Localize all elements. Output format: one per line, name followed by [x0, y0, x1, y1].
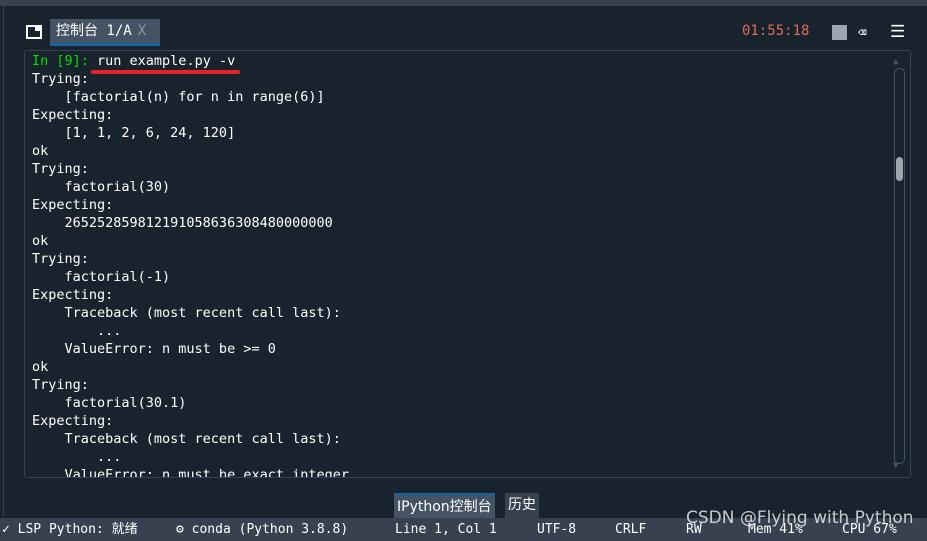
menu-icon[interactable]: ☰ [890, 22, 905, 42]
output-line: ok [32, 233, 49, 249]
env-label: conda (Python 3.8.8) [191, 522, 349, 537]
stop-icon[interactable] [832, 25, 847, 40]
scrollbar-thumb[interactable] [896, 157, 903, 181]
output-line: Expecting: [32, 107, 114, 123]
output-line: Trying: [32, 377, 89, 393]
output-line: ValueError: n must be exact integer [32, 467, 349, 478]
pane-options-icon[interactable] [26, 25, 42, 39]
output-line: Trying: [32, 161, 89, 177]
output-line: Expecting: [32, 287, 114, 303]
top-border [0, 0, 927, 6]
output-line: Expecting: [32, 197, 114, 213]
output-line: Expecting: [32, 413, 114, 429]
watermark: CSDN @Flying with Python [686, 508, 914, 528]
prompt: In [9]: [32, 53, 89, 69]
lsp-status: ✓ LSP Python: 就绪 [2, 522, 138, 537]
tab-label: 控制台 1/A [56, 23, 132, 39]
left-edge [0, 6, 4, 516]
line-endings: CRLF [615, 522, 647, 537]
lsp-label: LSP Python: 就绪 [17, 522, 138, 537]
close-icon[interactable]: X [138, 23, 146, 39]
elapsed-time: 01:55:18 [742, 23, 810, 39]
output-line: Trying: [32, 251, 89, 267]
console-output[interactable]: In [9]: run example.py -v Trying: [factor… [24, 50, 911, 478]
output-line: ValueError: n must be >= 0 [32, 341, 276, 357]
output-line: 265252859812191058636308480000000 [32, 215, 333, 231]
encoding: UTF-8 [537, 522, 577, 537]
scrollbar[interactable] [894, 68, 905, 464]
output-line: factorial(30.1) [32, 395, 187, 411]
output-line: ... [32, 449, 122, 465]
output-line: [1, 1, 2, 6, 24, 120] [32, 125, 236, 141]
output-line: factorial(-1) [32, 269, 171, 285]
output-line: Traceback (most recent call last): [32, 431, 341, 447]
output-line: factorial(30) [32, 179, 171, 195]
output-line: ok [32, 143, 49, 159]
eraser-icon[interactable]: ⌫ [858, 25, 866, 41]
cursor-position: Line 1, Col 1 [395, 522, 497, 537]
scroll-up-icon[interactable]: ▲ [893, 57, 898, 67]
tab-console[interactable]: 控制台 1/A X [50, 19, 160, 46]
output-line: [factorial(n) for n in range(6)] [32, 89, 325, 105]
tab-ipython-console[interactable]: IPython控制台 [394, 493, 495, 518]
output-line: Traceback (most recent call last): [32, 305, 341, 321]
command: run example.py -v [88, 53, 236, 69]
prompt-line: In [9]: run example.py -v [32, 52, 349, 70]
env-status[interactable]: ⚙ conda (Python 3.8.8) [176, 518, 348, 541]
tab-history[interactable]: 历史 [505, 493, 539, 518]
red-underline-annotation [91, 70, 240, 74]
output-line: ... [32, 323, 122, 339]
scroll-down-icon[interactable]: ▼ [893, 461, 898, 471]
output-line: ok [32, 359, 49, 375]
